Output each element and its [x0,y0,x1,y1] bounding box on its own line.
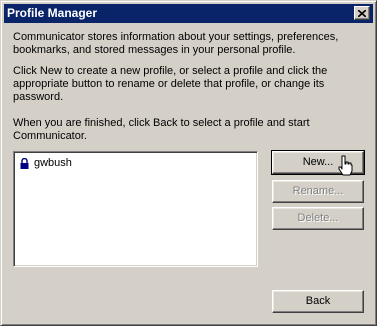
close-icon [358,9,366,17]
delete-button[interactable]: Delete... [272,207,364,230]
close-button[interactable] [354,6,370,20]
profile-manager-window: Profile Manager Communicator stores info… [0,0,377,326]
instructions-text: Click New to create a new profile, or se… [13,65,328,103]
rename-button[interactable]: Rename... [272,180,364,203]
title-bar[interactable]: Profile Manager [4,4,373,23]
window-title: Profile Manager [7,6,98,20]
profile-name: gwbush [34,157,72,169]
back-button[interactable]: Back [272,290,364,313]
list-item[interactable]: gwbush [20,156,72,170]
profile-list[interactable]: gwbush [13,151,258,267]
finish-text: When you are finished, click Back to sel… [13,117,310,142]
intro-text: Communicator stores information about yo… [13,31,339,56]
lock-icon [20,157,29,169]
new-button[interactable]: New... [271,150,365,175]
